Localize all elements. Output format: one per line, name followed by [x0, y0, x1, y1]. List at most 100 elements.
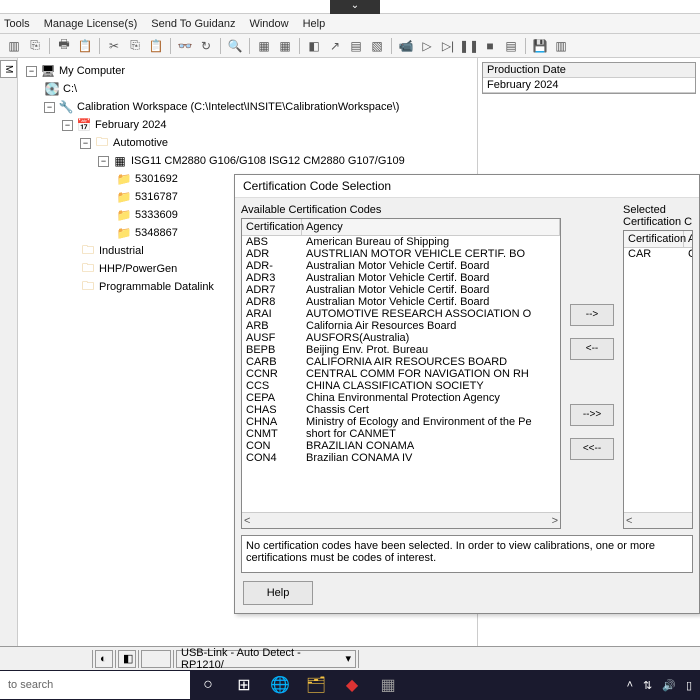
tree-ecm[interactable]: −▦ISG11 CM2880 G106/G108 ISG12 CM2880 G1… [22, 152, 473, 170]
list-row[interactable]: CNMTshort for CANMET [242, 428, 560, 440]
list-row[interactable]: ABSAmerican Bureau of Shipping [242, 236, 560, 248]
app-icon[interactable]: ◆ [334, 670, 370, 700]
cell: Australian Motor Vehicle Certif. Board [302, 296, 560, 308]
system-tray[interactable]: ˄ ⇅ 🔊 ▯ [627, 679, 700, 692]
collapse-icon[interactable]: − [80, 138, 91, 149]
toolbar-icon[interactable]: ▥ [551, 36, 571, 56]
list-row[interactable]: CON4Brazilian CONAMA IV [242, 452, 560, 464]
list-row[interactable]: CCNRCENTRAL COMM FOR NAVIGATION ON RH [242, 368, 560, 380]
collapse-icon[interactable]: − [44, 102, 55, 113]
col-cert[interactable]: Certification [624, 231, 684, 247]
search-input[interactable]: to search [0, 671, 190, 699]
refresh-icon[interactable]: ↻ [196, 36, 216, 56]
col-agency[interactable]: Agency [684, 231, 693, 247]
list-row[interactable]: CEPAChina Environmental Protection Agenc… [242, 392, 560, 404]
list-row[interactable]: CAR Californ [624, 248, 692, 260]
menu-tools[interactable]: Tools [4, 18, 30, 30]
col-agency[interactable]: Agency [302, 219, 560, 235]
tree-auto[interactable]: −🗀Automotive [22, 134, 473, 152]
cell: ADR [242, 248, 302, 260]
paste-icon[interactable]: 📋 [75, 36, 95, 56]
list-row[interactable]: ARBCalifornia Air Resources Board [242, 320, 560, 332]
record-icon[interactable]: 📹 [396, 36, 416, 56]
list-row[interactable]: CARBCALIFORNIA AIR RESOURCES BOARD [242, 356, 560, 368]
list-row[interactable]: AUSFAUSFORS(Australia) [242, 332, 560, 344]
scrollbar-horizontal[interactable]: < [624, 512, 692, 528]
menu-help[interactable]: Help [303, 18, 326, 30]
list-row[interactable]: CONBRAZILIAN CONAMA [242, 440, 560, 452]
toolbar-icon[interactable]: ▦ [254, 36, 274, 56]
tree-month[interactable]: −📅February 2024 [22, 116, 473, 134]
paste-icon[interactable]: 📋 [146, 36, 166, 56]
collapse-icon[interactable]: − [62, 120, 73, 131]
toolbar-icon[interactable]: ▤ [346, 36, 366, 56]
search-icon[interactable]: 🔍 [225, 36, 245, 56]
pause-icon[interactable]: ❚❚ [459, 36, 479, 56]
toolbar-icon[interactable]: 👓 [175, 36, 195, 56]
stop-icon[interactable]: ■ [480, 36, 500, 56]
list-row[interactable]: ARAIAUTOMOTIVE RESEARCH ASSOCIATION O [242, 308, 560, 320]
menu-manage-license[interactable]: Manage License(s) [44, 18, 138, 30]
cell-value[interactable]: February 2024 [483, 78, 695, 93]
scrollbar-horizontal[interactable]: <> [242, 512, 560, 528]
play-icon[interactable]: ▷ [417, 36, 437, 56]
app-icon[interactable]: ▦ [370, 670, 406, 700]
cut-icon[interactable]: ✂ [104, 36, 124, 56]
tray-icon[interactable]: ▯ [686, 679, 692, 692]
status-icon: ◐ [95, 650, 113, 668]
available-label: Available Certification Codes [241, 204, 561, 216]
toolbar-icon[interactable]: ▥ [4, 36, 24, 56]
chevron-down-icon[interactable]: ⌄ [330, 0, 380, 14]
menu-window[interactable]: Window [249, 18, 288, 30]
toolbar-icon[interactable]: ⎘ [25, 36, 45, 56]
list-row[interactable]: ADR7Australian Motor Vehicle Certif. Boa… [242, 284, 560, 296]
collapse-icon[interactable]: − [98, 156, 109, 167]
sound-icon[interactable]: 🔊 [662, 679, 676, 692]
chevron-up-icon[interactable]: ˄ [627, 679, 633, 691]
list-row[interactable]: ADR8Australian Motor Vehicle Certif. Boa… [242, 296, 560, 308]
selected-list[interactable]: Certification Agency CAR Californ < [623, 230, 693, 529]
collapse-icon[interactable]: − [26, 66, 37, 77]
col-cert[interactable]: Certification [242, 219, 302, 235]
list-row[interactable]: ADR-Australian Motor Vehicle Certif. Boa… [242, 260, 560, 272]
nav-tab[interactable]: M [0, 60, 17, 78]
list-row[interactable]: CHNAMinistry of Ecology and Environment … [242, 416, 560, 428]
save-icon[interactable]: 💾 [530, 36, 550, 56]
available-list[interactable]: Certification Agency ABSAmerican Bureau … [241, 218, 561, 529]
cell: Ministry of Ecology and Environment of t… [302, 416, 560, 428]
edge-icon[interactable]: 🌐 [262, 670, 298, 700]
cell: CON [242, 440, 302, 452]
cell: ADR8 [242, 296, 302, 308]
tree-root[interactable]: −🖥My Computer [22, 62, 473, 80]
toolbar-icon[interactable]: ▦ [275, 36, 295, 56]
forward-icon[interactable]: ▷| [438, 36, 458, 56]
copy-icon[interactable]: ⎘ [125, 36, 145, 56]
export-icon[interactable]: ↗ [325, 36, 345, 56]
column-header[interactable]: Production Date [483, 63, 695, 78]
menu-send-guidanz[interactable]: Send To Guidanz [151, 18, 235, 30]
list-row[interactable]: ADR3Australian Motor Vehicle Certif. Boa… [242, 272, 560, 284]
explorer-icon[interactable]: 🗂 [298, 670, 334, 700]
print-icon[interactable]: 🖶 [54, 36, 74, 56]
list-row[interactable]: BEPBBeijing Env. Prot. Bureau [242, 344, 560, 356]
list-row[interactable]: CHASChassis Cert [242, 404, 560, 416]
toolbar-icon[interactable]: ▧ [367, 36, 387, 56]
remove-all-button[interactable]: <<-- [570, 438, 614, 460]
remove-button[interactable]: <-- [570, 338, 614, 360]
connection-status[interactable]: USB-Link - Auto Detect - RP1210/ ▾ [176, 650, 356, 668]
list-row[interactable]: CCSCHINA CLASSIFICATION SOCIETY [242, 380, 560, 392]
cell: CENTRAL COMM FOR NAVIGATION ON RH [302, 368, 560, 380]
cortana-icon[interactable]: ○ [190, 670, 226, 700]
add-all-button[interactable]: -->> [570, 404, 614, 426]
tree-drive[interactable]: 💽C:\ [22, 80, 473, 98]
tree-workspace[interactable]: −🔧Calibration Workspace (C:\Intelect\INS… [22, 98, 473, 116]
folder-icon: 🗀 [80, 262, 96, 276]
toolbar-icon[interactable]: ▤ [501, 36, 521, 56]
help-button[interactable]: Help [243, 581, 313, 605]
toolbar-icon[interactable]: ◧ [304, 36, 324, 56]
list-row[interactable]: ADRAUSTRLIAN MOTOR VEHICLE CERTIF. BO [242, 248, 560, 260]
wifi-icon[interactable]: ⇅ [643, 679, 652, 692]
taskview-icon[interactable]: ⊞ [226, 670, 262, 700]
dialog-title: Certification Code Selection [235, 175, 699, 198]
add-button[interactable]: --> [570, 304, 614, 326]
